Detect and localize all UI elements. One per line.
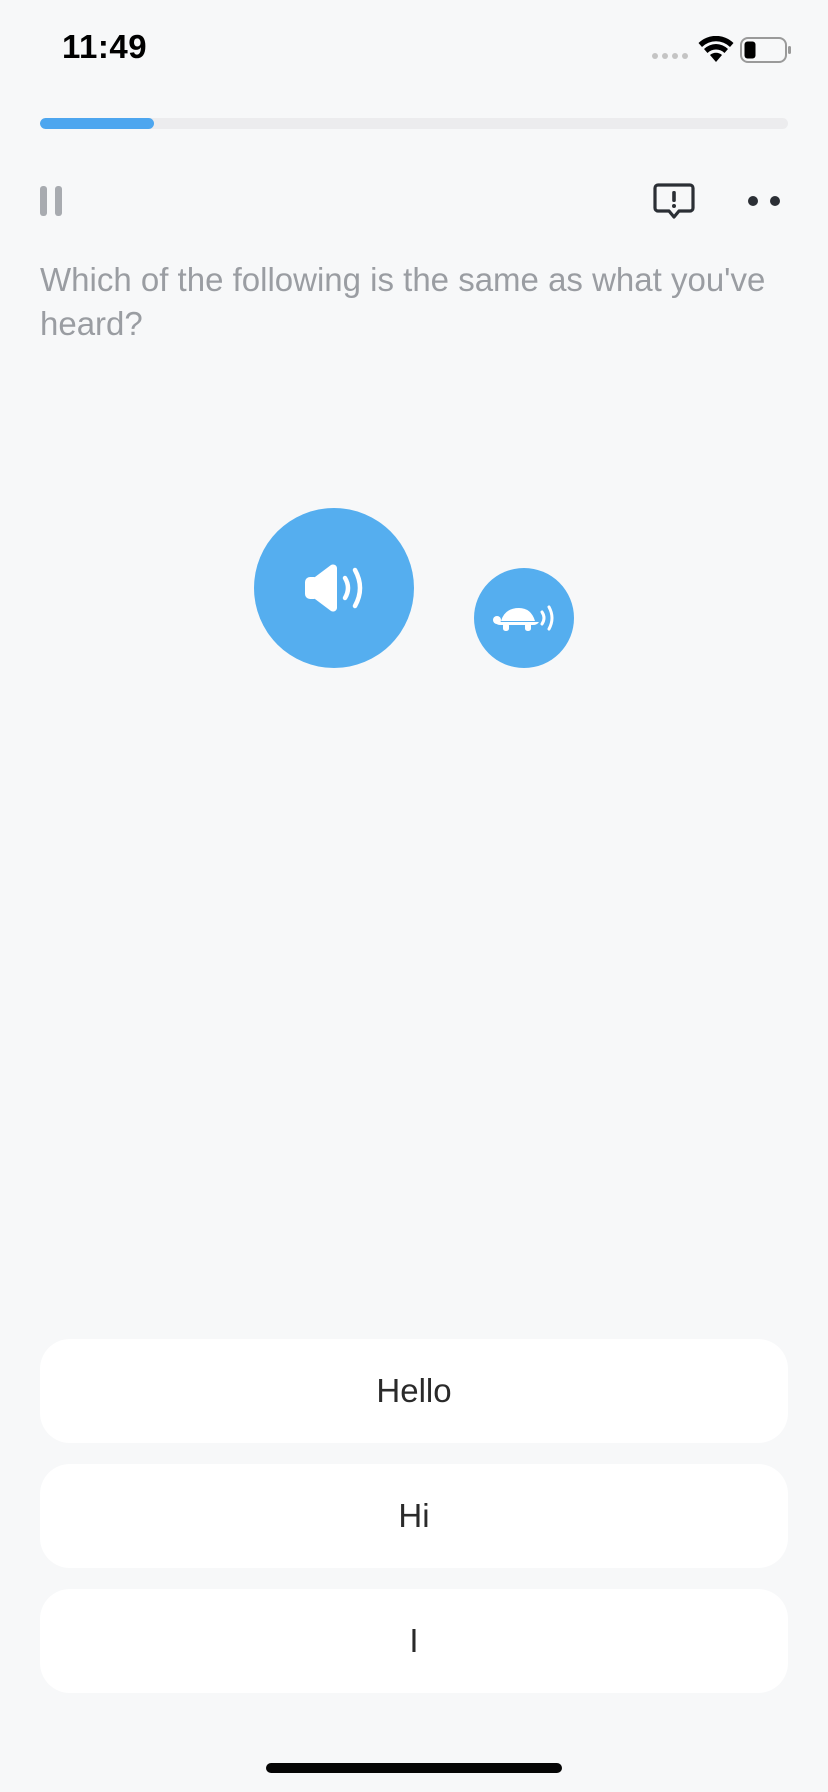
slow-audio-button[interactable] xyxy=(474,568,574,668)
report-icon[interactable] xyxy=(652,182,696,220)
home-indicator[interactable] xyxy=(266,1763,562,1773)
lesson-progress-fill xyxy=(40,118,155,129)
pause-icon[interactable] xyxy=(40,186,64,216)
answer-option[interactable]: I xyxy=(40,1589,788,1693)
cellular-signal-icon xyxy=(652,53,688,59)
battery-icon xyxy=(740,37,791,63)
speaker-icon xyxy=(305,564,363,612)
play-audio-button[interactable] xyxy=(254,508,414,668)
wifi-icon xyxy=(698,36,734,62)
question-prompt: Which of the following is the same as wh… xyxy=(40,261,766,342)
more-icon[interactable] xyxy=(746,194,786,208)
answer-option[interactable]: Hello xyxy=(40,1339,788,1443)
turtle-icon xyxy=(493,605,554,631)
answer-option[interactable]: Hi xyxy=(40,1464,788,1568)
status-time: 11:49 xyxy=(62,28,148,65)
lesson-progress-bar xyxy=(40,118,788,129)
